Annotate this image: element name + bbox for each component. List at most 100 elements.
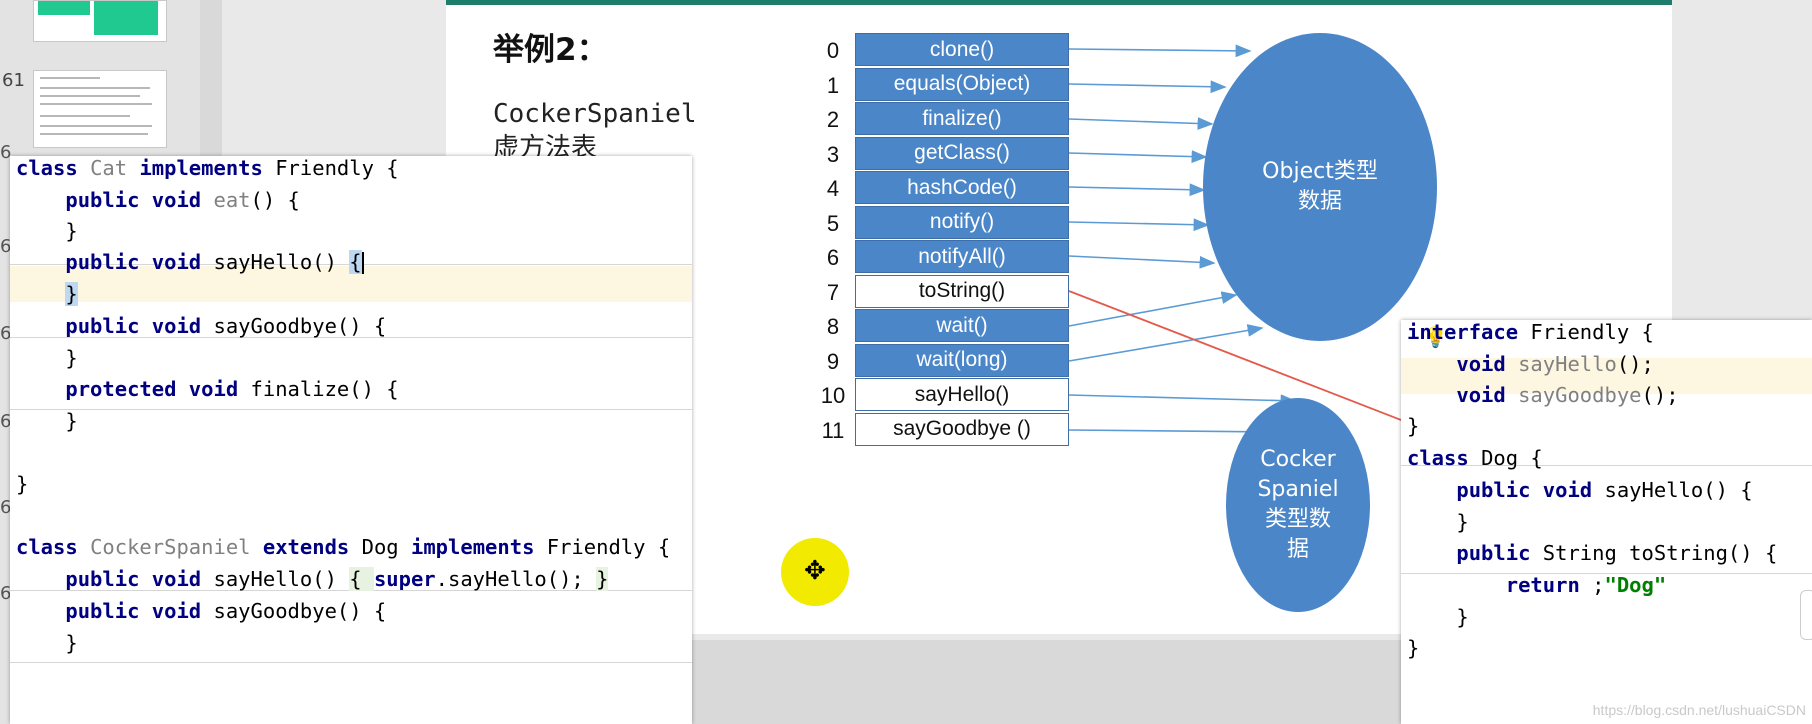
code-line[interactable]: public void sayGoodbye() { — [10, 308, 692, 344]
code-token: class — [1407, 446, 1482, 470]
code-token: Cat — [90, 156, 140, 180]
code-token: } — [65, 282, 78, 306]
code-token: public — [1456, 541, 1543, 565]
code-token: class — [16, 156, 91, 180]
arrow-equals — [1068, 80, 1227, 94]
watermark: https://blog.csdn.net/lushuaiCSDN — [1592, 702, 1806, 718]
vtable-index: 5 — [826, 210, 840, 236]
code-token: { — [349, 250, 362, 274]
vtable-method-cell: getClass() — [855, 136, 1069, 170]
code-token: return — [1505, 573, 1593, 597]
code-token: implements — [139, 156, 276, 180]
code-token: void — [1456, 352, 1519, 376]
vtable-method-cell: hashCode() — [855, 171, 1069, 204]
arrow-notifyall — [1068, 255, 1216, 269]
vtable-method-cell: sayGoodbye () — [855, 412, 1069, 446]
code-token: sayHello() { — [1604, 478, 1753, 502]
code-token: Friendly { — [1530, 320, 1654, 344]
text-caret — [361, 252, 364, 274]
code-token: public void — [1456, 478, 1605, 502]
object-type-ellipse: Object类型 数据 — [1203, 33, 1437, 341]
code-token: () { — [250, 188, 300, 212]
arrow-sayhello — [1068, 394, 1297, 408]
code-token: sayGoodbye() { — [213, 314, 387, 338]
code-token: .sayHello(); — [435, 567, 597, 591]
code-line[interactable]: } — [10, 403, 692, 439]
code-token: sayGoodbye() { — [213, 599, 387, 623]
arrow-waitlong — [1068, 324, 1264, 362]
code-line[interactable]: public String toString() { — [1401, 535, 1812, 571]
code-token: public void — [65, 250, 214, 274]
code-token: (); — [1616, 352, 1654, 376]
vtable-index: 2 — [826, 107, 840, 132]
ellipse-label: Object类型 数据 — [1262, 159, 1378, 214]
code-token: Friendly { — [275, 156, 399, 180]
code-token: Dog { — [1481, 446, 1543, 470]
code-line[interactable]: } — [1401, 408, 1812, 444]
code-line[interactable]: } — [10, 625, 692, 661]
code-line[interactable]: } — [10, 466, 692, 502]
code-token: class — [16, 535, 91, 559]
arrow-wait — [1068, 291, 1238, 327]
vtable-method-cell: wait() — [855, 309, 1069, 342]
code-token: { — [349, 567, 374, 591]
code-token: } — [65, 409, 78, 433]
dog-code-editor[interactable]: 💡 interface Friendly { void sayHello(); … — [1401, 320, 1812, 724]
code-token: void — [1456, 383, 1519, 407]
code-token: } — [1456, 605, 1469, 629]
code-line[interactable]: public void sayHello() { — [10, 244, 692, 280]
code-line[interactable]: public void sayGoodbye() { — [10, 593, 692, 629]
code-token: } — [16, 472, 29, 496]
code-token: } — [1407, 636, 1420, 660]
code-token: } — [65, 346, 78, 370]
code-line[interactable]: } — [1401, 630, 1812, 666]
vtable-index: 7 — [826, 279, 840, 305]
code-token: "Dog" — [1604, 573, 1667, 597]
arrow-notify — [1068, 218, 1210, 232]
code-line[interactable]: class Dog { — [1401, 440, 1812, 476]
arrow-finalize — [1068, 117, 1214, 130]
code-token: sayHello() — [213, 250, 350, 274]
move-cursor-icon: ✥ — [804, 556, 826, 586]
vtable-method-cell: finalize() — [855, 102, 1069, 135]
code-token: } — [65, 219, 78, 243]
arrow-getclass — [1068, 150, 1208, 163]
method-separator — [10, 662, 692, 663]
code-token: Dog — [361, 535, 411, 559]
code-token: public void — [65, 314, 214, 338]
cat-code-editor[interactable]: class Cat implements Friendly { public v… — [10, 156, 692, 724]
code-token: } — [1456, 510, 1469, 534]
code-token: } — [1407, 414, 1420, 438]
code-token: (); — [1641, 383, 1679, 407]
side-panel-tab[interactable] — [1800, 590, 1812, 640]
vtable-index: 6 — [826, 245, 840, 270]
code-token: ; — [1592, 573, 1605, 597]
vtable-method-cell: wait(long) — [855, 343, 1069, 377]
vtable-method-cell: clone() — [855, 33, 1069, 66]
code-token: } — [596, 567, 609, 591]
code-line[interactable]: public void sayHello() { super.sayHello(… — [10, 561, 692, 597]
code-line[interactable]: protected void finalize() { — [10, 371, 692, 407]
vtable-index: 0 — [826, 38, 840, 63]
code-line[interactable]: class CockerSpaniel extends Dog implemen… — [10, 529, 692, 565]
code-token: sayHello — [1518, 352, 1617, 376]
code-token: interface — [1407, 320, 1531, 344]
code-line[interactable]: public void sayHello() { — [1401, 472, 1812, 508]
arrow-hashcode — [1068, 183, 1206, 197]
code-line[interactable]: return ;"Dog" — [1401, 567, 1812, 603]
code-line[interactable]: } — [10, 276, 692, 312]
code-token: public void — [65, 599, 214, 623]
